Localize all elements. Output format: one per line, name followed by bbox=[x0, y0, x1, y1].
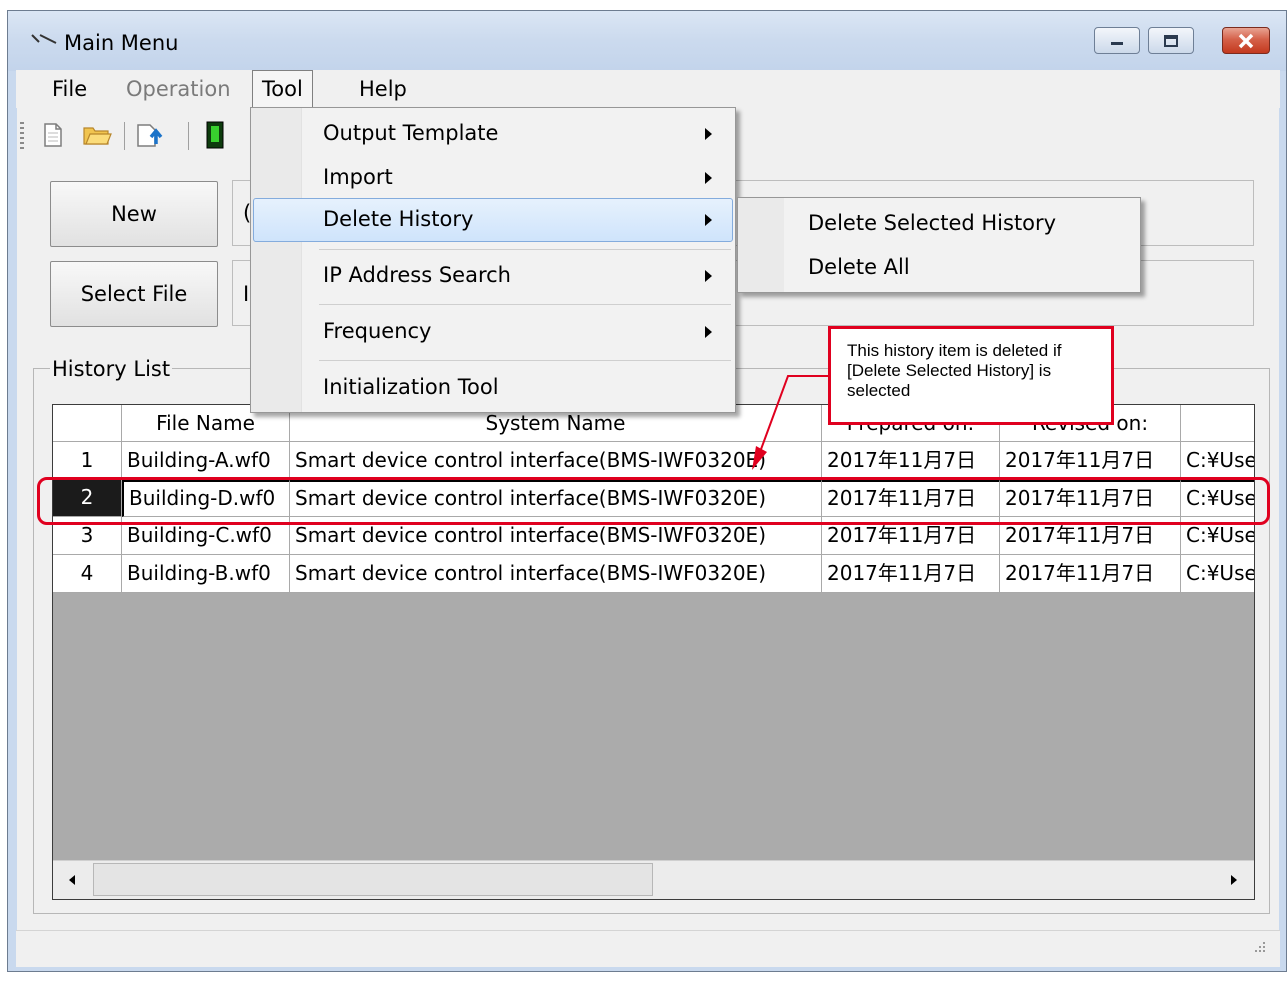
export-up-icon bbox=[137, 124, 163, 147]
submenu-arrow-icon bbox=[705, 172, 712, 184]
toolbar-separator bbox=[188, 122, 189, 150]
toolbar-separator bbox=[124, 122, 125, 150]
close-button[interactable] bbox=[1222, 27, 1270, 54]
new-document-icon bbox=[44, 123, 62, 147]
resize-grip-icon[interactable] bbox=[1252, 939, 1266, 953]
open-file-button[interactable] bbox=[82, 117, 112, 153]
menu-separator bbox=[319, 249, 731, 250]
tool-menu-dropdown: Output Template Import Delete History IP… bbox=[250, 107, 736, 413]
menu-item-output-template[interactable]: Output Template bbox=[253, 112, 733, 156]
cell-path[interactable]: C:¥Use bbox=[1181, 442, 1254, 479]
menu-item-label: Delete History bbox=[323, 207, 474, 231]
menu-item-ip-address-search[interactable]: IP Address Search bbox=[253, 254, 733, 298]
arrow-right-icon bbox=[1231, 874, 1237, 885]
arrow-left-icon bbox=[69, 874, 75, 885]
toolbar-grip[interactable] bbox=[20, 122, 24, 150]
grid-corner bbox=[53, 405, 122, 442]
column-header-path[interactable] bbox=[1181, 405, 1254, 442]
scrollbar-thumb[interactable] bbox=[93, 863, 653, 896]
menu-item-label: Initialization Tool bbox=[323, 375, 499, 399]
menu-item-delete-history[interactable]: Delete History bbox=[253, 198, 733, 242]
submenu-arrow-icon bbox=[705, 326, 712, 338]
row-header[interactable]: 4 bbox=[53, 555, 122, 593]
menu-separator bbox=[319, 304, 731, 305]
annotation-callout: This history item is deleted if [Delete … bbox=[828, 326, 1114, 425]
menu-item-label: Frequency bbox=[323, 319, 432, 343]
cell-revised-on[interactable]: 2017年11月7日 bbox=[1000, 442, 1181, 479]
app-icon bbox=[31, 34, 57, 44]
title-bar[interactable]: Main Menu bbox=[8, 11, 1286, 71]
menu-item-delete-selected-history[interactable]: Delete Selected History bbox=[808, 211, 1056, 235]
folder-open-icon bbox=[83, 127, 112, 145]
clipped-label: I bbox=[243, 282, 249, 306]
new-button[interactable]: New bbox=[50, 181, 218, 247]
cell-file-name[interactable]: Building-B.wf0 bbox=[122, 555, 290, 593]
menu-item-import[interactable]: Import bbox=[253, 156, 733, 200]
menu-file[interactable]: File bbox=[52, 77, 87, 101]
cell-prepared-on[interactable]: 2017年11月7日 bbox=[822, 555, 1000, 593]
scroll-right-button[interactable] bbox=[1217, 863, 1251, 896]
menu-item-label: IP Address Search bbox=[323, 263, 511, 287]
close-icon bbox=[1238, 33, 1254, 48]
menu-item-delete-all[interactable]: Delete All bbox=[808, 255, 910, 279]
cell-file-name[interactable]: Building-A.wf0 bbox=[122, 442, 290, 479]
cell-system-name[interactable]: Smart device control interface(BMS-IWF03… bbox=[290, 442, 822, 479]
select-file-button[interactable]: Select File bbox=[50, 261, 218, 327]
cell-prepared-on[interactable]: 2017年11月7日 bbox=[822, 442, 1000, 479]
maximize-button[interactable] bbox=[1148, 27, 1194, 54]
menu-item-frequency[interactable]: Frequency bbox=[253, 310, 733, 354]
submenu-arrow-icon bbox=[705, 214, 712, 226]
menu-item-initialization-tool[interactable]: Initialization Tool bbox=[253, 366, 733, 410]
device-tool-button[interactable] bbox=[200, 117, 230, 153]
minimize-icon bbox=[1111, 41, 1123, 45]
submenu-arrow-icon bbox=[705, 270, 712, 282]
menu-separator bbox=[319, 360, 731, 361]
row-header[interactable]: 1 bbox=[53, 442, 122, 479]
export-button[interactable] bbox=[136, 117, 166, 153]
selected-row-highlight bbox=[37, 477, 1270, 525]
menu-item-label: Output Template bbox=[323, 121, 499, 145]
menu-operation[interactable]: Operation bbox=[126, 77, 231, 101]
status-bar bbox=[16, 930, 1280, 967]
menu-bar: File Operation Tool Help bbox=[16, 70, 1280, 108]
menu-help[interactable]: Help bbox=[359, 77, 407, 101]
cell-revised-on[interactable]: 2017年11月7日 bbox=[1000, 555, 1181, 593]
maximize-icon bbox=[1164, 34, 1178, 47]
delete-history-submenu: Delete Selected History Delete All bbox=[737, 197, 1141, 293]
horizontal-scrollbar[interactable] bbox=[53, 860, 1254, 899]
new-file-button[interactable] bbox=[38, 117, 68, 153]
cell-path[interactable]: C:¥Use bbox=[1181, 555, 1254, 593]
scroll-left-button[interactable] bbox=[55, 863, 89, 896]
submenu-arrow-icon bbox=[705, 128, 712, 140]
menu-icon-gutter bbox=[738, 198, 784, 292]
menu-tool[interactable]: Tool bbox=[252, 70, 313, 108]
minimize-button[interactable] bbox=[1094, 27, 1140, 54]
history-list-label: History List bbox=[50, 357, 173, 381]
cell-system-name[interactable]: Smart device control interface(BMS-IWF03… bbox=[290, 555, 822, 593]
window-title: Main Menu bbox=[64, 31, 179, 55]
device-icon bbox=[206, 121, 224, 149]
menu-item-label: Import bbox=[323, 165, 393, 189]
